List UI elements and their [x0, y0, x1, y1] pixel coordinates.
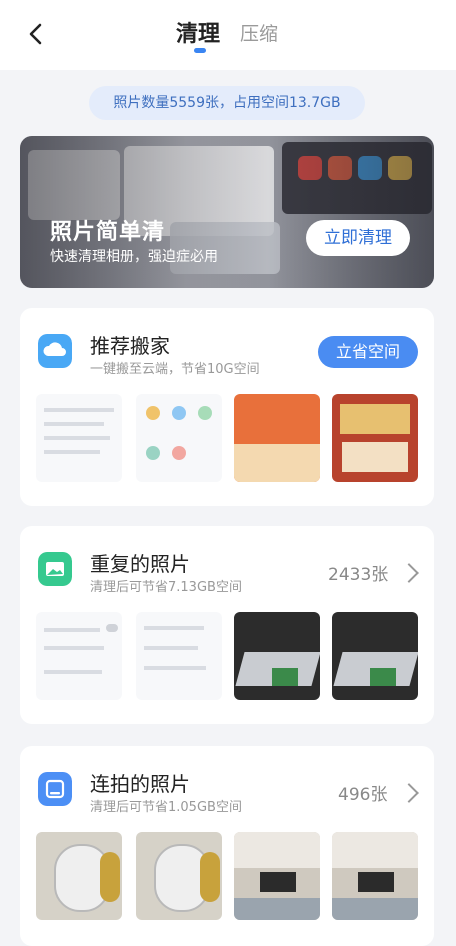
tab-clean[interactable]: 清理 — [176, 16, 220, 48]
top-bar: 清理 压缩 — [0, 0, 456, 70]
card-burst-photos[interactable]: 连拍的照片 清理后可节省1.05GB空间 496张 — [20, 746, 434, 946]
save-space-button[interactable]: 立省空间 — [318, 336, 418, 368]
clean-now-button[interactable]: 立即清理 — [306, 220, 410, 256]
banner-subtitle: 快速清理相册，强迫症必用 — [50, 249, 218, 265]
card-subtitle: 一键搬至云端，节省10G空间 — [90, 362, 260, 377]
chevron-right-icon — [399, 783, 419, 803]
banner-title: 照片简单清 — [50, 220, 166, 245]
photo-thumbnail[interactable] — [234, 832, 320, 920]
photo-thumbnail[interactable] — [234, 394, 320, 482]
active-tab-indicator — [194, 48, 206, 53]
photo-thumbnail[interactable] — [36, 394, 122, 482]
promo-banner[interactable]: 照片简单清 快速清理相册，强迫症必用 — [20, 136, 434, 288]
photo-thumbnail[interactable] — [332, 612, 418, 700]
photo-count: 496张 — [338, 785, 388, 805]
card-cloud-move[interactable]: 推荐搬家 一键搬至云端，节省10G空间 立省空间 — [20, 308, 434, 506]
image-icon — [38, 552, 72, 586]
photo-thumbnail[interactable] — [234, 612, 320, 700]
photo-thumbnail[interactable] — [332, 394, 418, 482]
burst-photo-icon — [38, 772, 72, 806]
chevron-right-icon — [399, 563, 419, 583]
photo-thumbnail[interactable] — [36, 612, 122, 700]
card-duplicate-photos[interactable]: 重复的照片 清理后可节省7.13GB空间 2433张 — [20, 526, 434, 724]
tab-compress[interactable]: 压缩 — [240, 19, 278, 46]
photo-count: 2433张 — [328, 565, 389, 585]
photo-thumbnail[interactable] — [136, 612, 222, 700]
card-title: 连拍的照片 — [90, 772, 190, 796]
card-title: 推荐搬家 — [90, 334, 170, 358]
photo-thumbnail[interactable] — [136, 832, 222, 920]
storage-summary: 照片数量5559张，占用空间13.7GB — [89, 86, 365, 120]
card-subtitle: 清理后可节省7.13GB空间 — [90, 580, 242, 595]
photo-thumbnail[interactable] — [136, 394, 222, 482]
back-arrow-icon[interactable] — [22, 20, 50, 48]
photo-thumbnail[interactable] — [36, 832, 122, 920]
card-title: 重复的照片 — [90, 552, 190, 576]
cloud-icon — [38, 334, 72, 368]
card-subtitle: 清理后可节省1.05GB空间 — [90, 800, 242, 815]
photo-thumbnail[interactable] — [332, 832, 418, 920]
